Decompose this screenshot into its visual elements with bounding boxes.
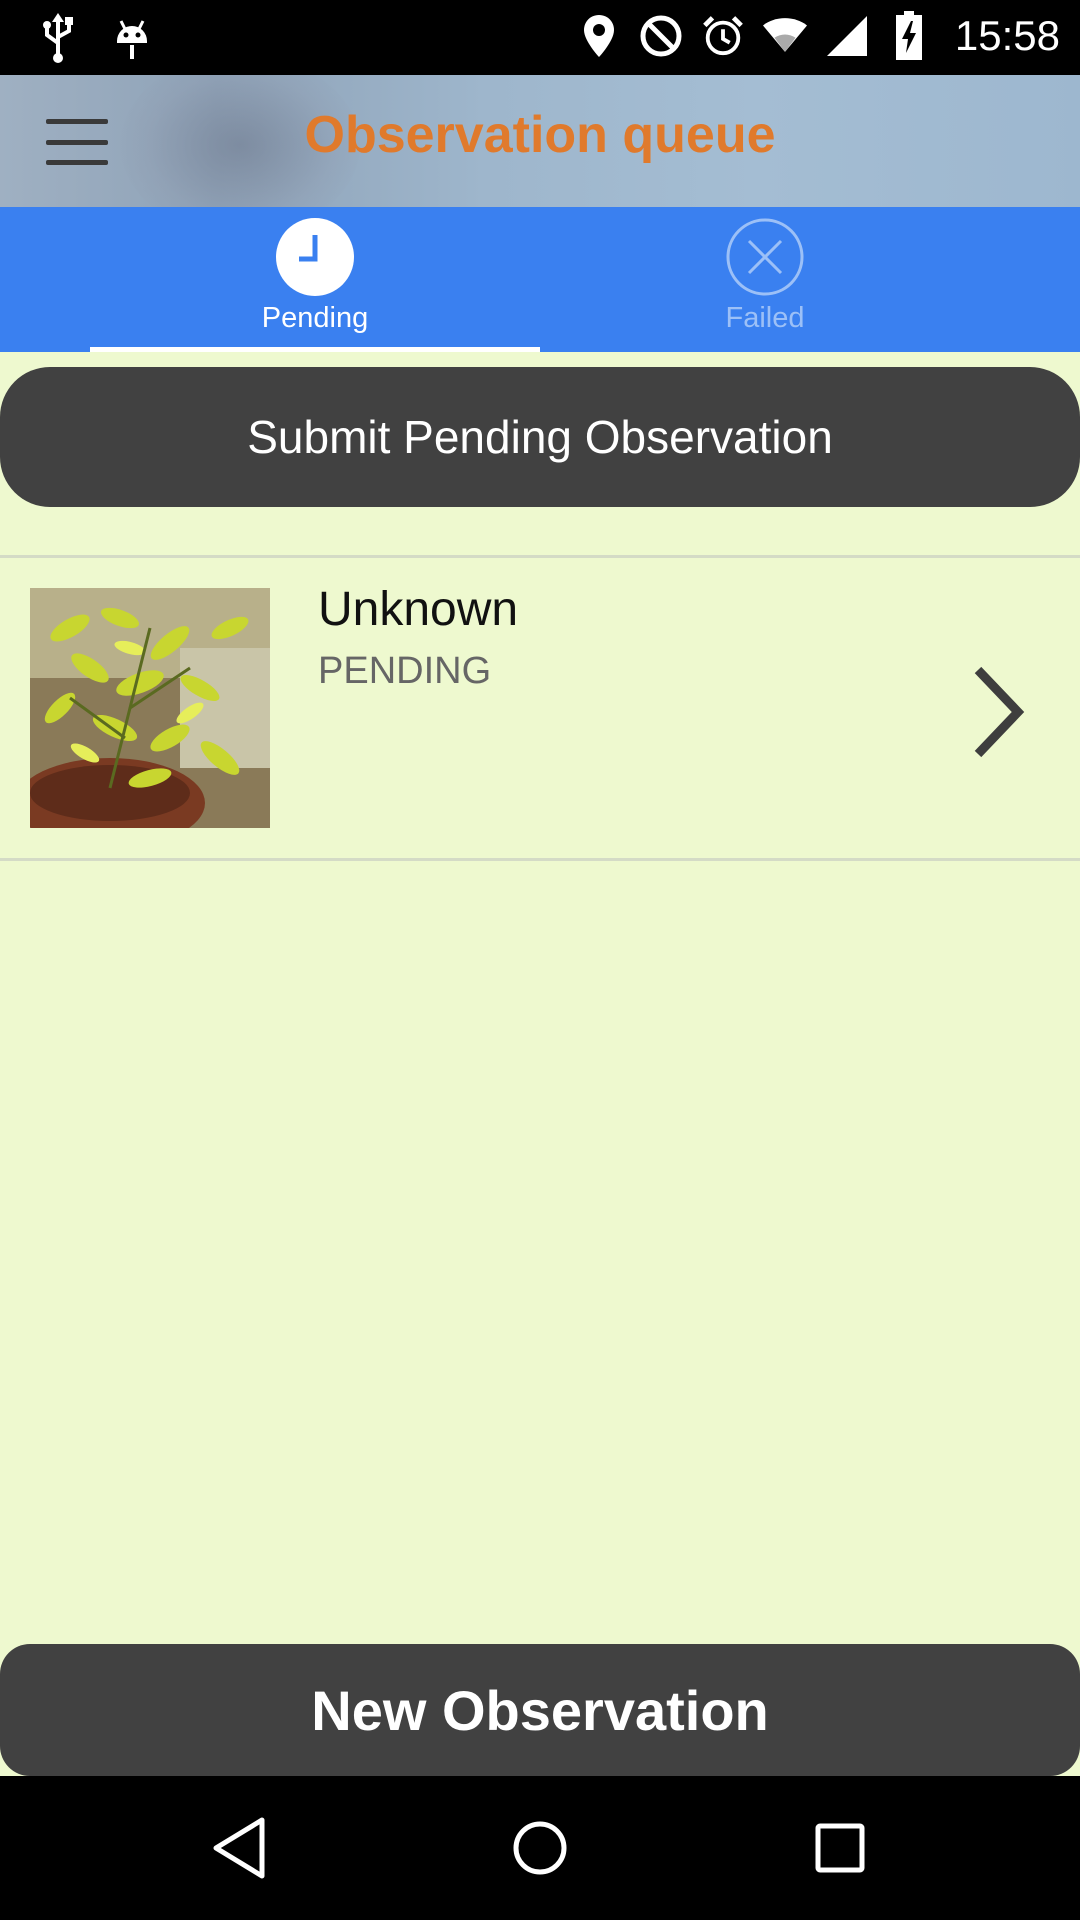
page-title: Observation queue (304, 106, 776, 164)
tab-pending[interactable]: Pending (90, 207, 540, 352)
navigation-bar (0, 1776, 1080, 1920)
status-time: 15:58 (954, 12, 1060, 59)
do-not-disturb-icon (639, 10, 683, 62)
observation-thumbnail (30, 588, 270, 828)
usb-icon (36, 12, 80, 64)
list-divider-bottom (0, 858, 1080, 861)
battery-charging-icon (887, 10, 931, 62)
android-debug-icon (110, 12, 154, 64)
location-icon (577, 10, 621, 62)
app-header: Observation queue (0, 75, 1080, 207)
list-item[interactable]: Unknown PENDING (0, 558, 1080, 858)
new-observation-button[interactable]: New Observation (0, 1644, 1080, 1776)
close-circle-icon (725, 217, 805, 297)
status-bar: 15:58 (0, 0, 1080, 75)
observation-title: Unknown (318, 583, 519, 636)
wifi-icon (762, 10, 807, 62)
clock-icon (275, 217, 355, 297)
chevron-right-icon (968, 662, 1028, 762)
tab-bar: Pending Failed (0, 207, 1080, 352)
tab-indicator (90, 347, 540, 352)
back-icon[interactable] (200, 1812, 280, 1884)
cell-signal-icon (825, 10, 869, 62)
observation-status: PENDING (318, 650, 492, 692)
home-icon[interactable] (500, 1812, 580, 1884)
alarm-icon (701, 10, 745, 62)
tab-failed-label: Failed (725, 302, 805, 334)
tab-pending-label: Pending (261, 302, 369, 334)
tab-failed[interactable]: Failed (540, 207, 990, 352)
submit-pending-button[interactable]: Submit Pending Observation (0, 367, 1080, 507)
recents-icon[interactable] (800, 1812, 880, 1884)
